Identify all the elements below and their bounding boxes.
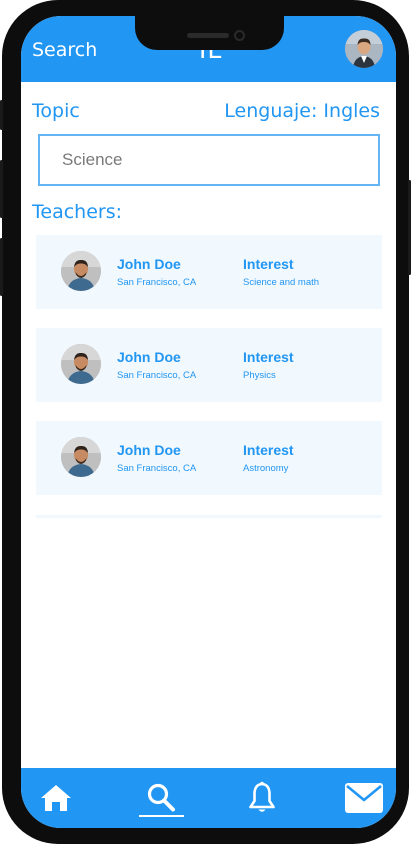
topic-label: Topic [32,100,80,122]
notch [135,16,284,50]
teacher-avatar [61,251,101,291]
teacher-interest: Science and math [243,277,320,288]
power-button [408,180,411,275]
teacher-name: John Doe [117,349,181,365]
teacher-avatar-icon [61,437,101,477]
teacher-name: John Doe [117,256,181,272]
teacher-interest: Astronomy [243,463,289,474]
teacher-avatar-icon [61,251,101,291]
teacher-location: San Francisco, CA [117,277,197,288]
teacher-avatar-icon [61,344,101,384]
bell-icon [249,781,275,812]
list-divider [36,515,382,518]
teacher-interest: Physics [243,370,276,381]
volume-up-button [0,160,3,218]
home-icon [41,785,71,811]
mail-icon [345,783,383,813]
teacher-name: John Doe [117,442,181,458]
teacher-location: San Francisco, CA [117,370,197,381]
interest-label: Interest [243,256,294,272]
screen: Search IL Topic Lenguaje: Ingles Teacher… [21,16,396,828]
interest-label: Interest [243,442,294,458]
language-selector[interactable]: Lenguaje: Ingles [224,100,380,122]
tab-notifications[interactable] [242,778,282,818]
teacher-card[interactable]: John Doe San Francisco, CA Interest Astr… [36,421,382,495]
phone-frame: Search IL Topic Lenguaje: Ingles Teacher… [0,0,411,844]
teacher-location: San Francisco, CA [117,463,197,474]
volume-down-button [0,238,3,296]
front-camera [234,30,245,41]
header-search-label: Search [32,39,98,61]
teacher-avatar [61,437,101,477]
user-avatar[interactable] [345,30,383,68]
interest-label: Interest [243,349,294,365]
teacher-card[interactable]: John Doe San Francisco, CA Interest Phys… [36,328,382,402]
mute-switch [0,100,3,130]
search-icon [147,783,175,812]
active-tab-indicator [139,815,184,817]
topic-search-input[interactable] [38,134,380,186]
user-avatar-icon [345,30,383,68]
teacher-avatar [61,344,101,384]
tab-search[interactable] [141,778,181,818]
tab-home[interactable] [36,778,76,818]
teacher-card[interactable]: John Doe San Francisco, CA Interest Scie… [36,235,382,309]
teachers-heading: Teachers: [32,201,122,223]
bottom-tab-bar [21,768,396,828]
tab-messages[interactable] [342,778,386,818]
speaker-grille [187,33,229,38]
